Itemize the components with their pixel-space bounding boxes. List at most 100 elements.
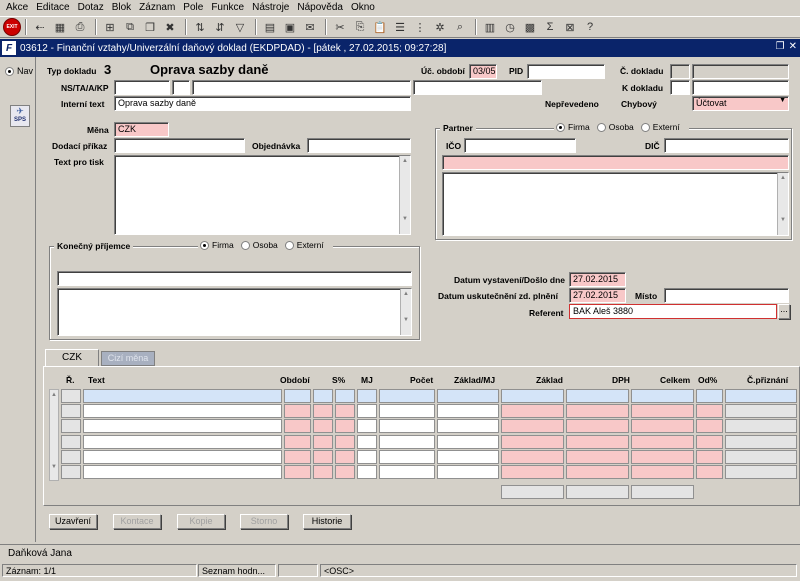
cell-pocet[interactable]	[379, 449, 435, 464]
recipient-osoba-radio[interactable]: Osoba	[240, 240, 278, 250]
tab-cizi-mena[interactable]: Cizí měna	[101, 351, 155, 366]
cell-od[interactable]	[696, 465, 723, 479]
cell-mj[interactable]	[335, 434, 355, 449]
cell-celkem[interactable]	[631, 434, 694, 449]
cell-mj2[interactable]	[357, 419, 377, 434]
partner-address-field[interactable]: ▲ ▼	[442, 172, 789, 236]
dodaci-prikaz-field[interactable]	[114, 138, 245, 153]
cell-celkem[interactable]	[631, 449, 694, 464]
copy-record-icon[interactable]: ❐	[141, 18, 159, 36]
back-icon[interactable]: ⇠	[31, 18, 49, 36]
cell-zaklad[interactable]	[501, 449, 564, 464]
recipient-address-scrollbar[interactable]: ▲ ▼	[400, 289, 411, 335]
cut-icon[interactable]: ✂	[331, 18, 349, 36]
cell-r[interactable]	[61, 434, 81, 449]
cell-c-priznani[interactable]	[725, 449, 797, 464]
calculator-icon[interactable]: ▩	[521, 18, 539, 36]
cell-c-priznani[interactable]	[725, 389, 797, 403]
cell-mj2[interactable]	[357, 389, 377, 403]
list-icon[interactable]: ☰	[391, 18, 409, 36]
cell-dph[interactable]	[566, 465, 629, 479]
cell-mj2[interactable]	[357, 449, 377, 464]
cell-mj[interactable]	[335, 404, 355, 419]
cell-sazba[interactable]	[313, 449, 333, 464]
cell-c-priznani[interactable]	[725, 434, 797, 449]
referent-lookup-button[interactable]: ...	[778, 304, 790, 319]
mena-field[interactable]: CZK	[114, 122, 169, 137]
menu-pole[interactable]: Pole	[179, 0, 207, 16]
cell-c-priznani[interactable]	[725, 404, 797, 419]
cell-text[interactable]	[83, 419, 282, 434]
cell-mj[interactable]	[335, 389, 355, 403]
cell-dph[interactable]	[566, 419, 629, 434]
cell-text[interactable]	[83, 389, 282, 403]
cell-zaklad-mj[interactable]	[437, 419, 499, 434]
cell-sazba[interactable]	[313, 404, 333, 419]
menu-editace[interactable]: Editace	[32, 0, 73, 16]
help-icon[interactable]: ?	[581, 18, 599, 36]
cell-zaklad[interactable]	[501, 404, 564, 419]
cell-pocet[interactable]	[379, 404, 435, 419]
k-dokladu-field[interactable]	[692, 80, 789, 95]
printer-icon[interactable]: ▤	[261, 18, 279, 36]
partner-name-field[interactable]	[442, 155, 789, 170]
insert-record-icon[interactable]: ⊞	[101, 18, 119, 36]
cell-pocet[interactable]	[379, 465, 435, 479]
cell-mj[interactable]	[335, 465, 355, 479]
kp-field[interactable]	[413, 80, 542, 95]
cell-zaklad-mj[interactable]	[437, 434, 499, 449]
calendar-icon[interactable]: ▥	[481, 18, 499, 36]
cell-sazba[interactable]	[313, 434, 333, 449]
tab-czk[interactable]: CZK	[45, 349, 99, 366]
cell-obdobi[interactable]	[284, 389, 311, 403]
duplicate-record-icon[interactable]: ⧉	[121, 18, 139, 36]
cell-mj[interactable]	[335, 449, 355, 464]
c-dokladu-prefix-field[interactable]	[670, 64, 690, 79]
menu-zaznam[interactable]: Záznam	[135, 0, 179, 16]
cell-text[interactable]	[83, 449, 282, 464]
cell-zaklad[interactable]	[501, 419, 564, 434]
cell-celkem[interactable]	[631, 389, 694, 403]
sum-icon[interactable]: Σ	[541, 18, 559, 36]
kopie-button[interactable]: Kopie	[177, 514, 225, 529]
restore-icon[interactable]: ❐	[776, 41, 785, 52]
referent-field[interactable]: BAK Aleš 3880	[569, 304, 777, 319]
cell-c-priznani[interactable]	[725, 465, 797, 479]
menu-blok[interactable]: Blok	[108, 0, 135, 16]
cell-dph[interactable]	[566, 434, 629, 449]
exit-button[interactable]: EXIT	[3, 18, 21, 36]
ns-field[interactable]	[114, 80, 170, 95]
cell-pocet[interactable]	[379, 419, 435, 434]
kontace-button[interactable]: Kontace	[113, 514, 161, 529]
cell-zaklad-mj[interactable]	[437, 389, 499, 403]
historie-button[interactable]: Historie	[303, 514, 351, 529]
cell-zaklad-mj[interactable]	[437, 465, 499, 479]
print-icon[interactable]: ⎙	[71, 18, 89, 36]
cell-obdobi[interactable]	[284, 465, 311, 479]
a-field[interactable]	[192, 80, 411, 95]
sort-asc-icon[interactable]: ⇅	[191, 18, 209, 36]
c-dokladu-field[interactable]	[692, 64, 789, 79]
recipient-externi-radio[interactable]: Externí	[284, 240, 324, 250]
recipient-name-field[interactable]	[57, 271, 412, 286]
tree-icon[interactable]: ⋮	[411, 18, 429, 36]
cell-zaklad[interactable]	[501, 434, 564, 449]
tools-icon[interactable]: ✲	[431, 18, 449, 36]
partner-osoba-radio[interactable]: Osoba	[596, 122, 634, 132]
uc-obdobi-field[interactable]: 03/05	[469, 64, 497, 79]
cell-obdobi[interactable]	[284, 419, 311, 434]
recipient-firma-radio[interactable]: Firma	[200, 240, 234, 250]
uzavreni-button[interactable]: Uzavření	[49, 514, 97, 529]
cell-zaklad[interactable]	[501, 389, 564, 403]
cell-mj2[interactable]	[357, 404, 377, 419]
cell-text[interactable]	[83, 434, 282, 449]
paste-icon[interactable]: 📋	[371, 18, 389, 36]
chybovy-select[interactable]: Účtovat ▼	[692, 96, 789, 111]
close-icon[interactable]: ✕	[789, 41, 797, 52]
save-icon[interactable]: ▦	[51, 18, 69, 36]
partner-externi-radio[interactable]: Externí	[640, 122, 680, 132]
cell-od[interactable]	[696, 404, 723, 419]
cell-obdobi[interactable]	[284, 404, 311, 419]
cell-r[interactable]	[61, 419, 81, 434]
interni-text-field[interactable]: Oprava sazby daně	[114, 96, 411, 111]
